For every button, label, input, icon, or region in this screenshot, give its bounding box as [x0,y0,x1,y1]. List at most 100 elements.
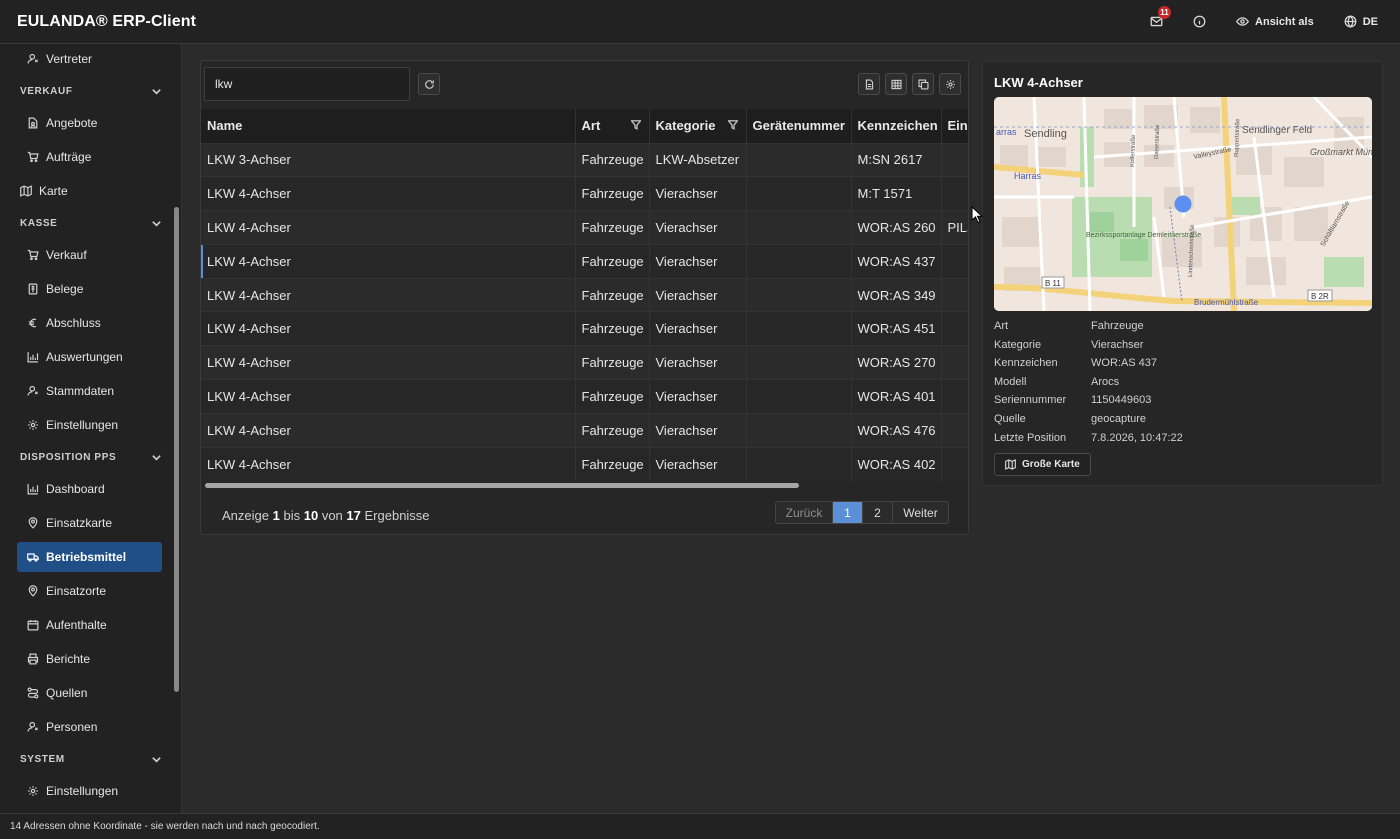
map-label-daiserstrasse: Daiserstraße [1154,124,1161,159]
column-header-eins[interactable]: Eins [941,109,968,143]
table-row[interactable]: LKW 3-Achser Fahrzeuge LKW-Absetzer M:SN 26… [201,142,968,177]
sidebar-item-label: Aufträge [46,150,92,164]
sidebar-item-angebote[interactable]: Angebote [17,108,162,138]
language-button[interactable]: DE [1344,15,1378,28]
detail-field-row: Kennzeichen WOR:AS 437 [994,357,1364,373]
mouse-cursor-icon [971,206,983,224]
table-cell: M:T 1571 [851,176,942,211]
table-row[interactable]: LKW 4-Achser Fahrzeuge Vierachser WOR:AS 40… [201,379,968,414]
sidebar-item-karte[interactable]: Karte [10,176,155,206]
route-icon [27,687,39,699]
horizontal-scrollbar[interactable] [205,483,799,488]
detail-field-value: WOR:AS 437 [1091,357,1158,370]
table-row[interactable]: LKW 4-Achser Fahrzeuge Vierachser WOR:AS 43… [201,243,968,279]
sidebar-item-betriebsmittel[interactable]: Betriebsmittel [17,542,162,572]
sidebar-item-label: Einsatzkarte [46,516,113,530]
pagination: Zurück 1 2 Weiter [775,501,949,524]
table-cell [746,277,852,312]
prev-page-button[interactable]: Zurück [776,502,833,523]
column-header-geraetenummer[interactable]: Gerätenummer [746,109,852,143]
sidebar-item-dashboard[interactable]: Dashboard [17,474,162,504]
column-header-name[interactable]: Name [201,109,576,143]
section-verkauf[interactable]: VERKAUF [20,81,162,101]
detail-field-value: geocapture [1091,413,1147,425]
table-cell [941,446,968,481]
table-row[interactable]: LKW 4-Achser Fahrzeuge Vierachser WOR:AS 27… [201,345,968,380]
sidebar-item-vertreter[interactable]: Vertreter [17,44,162,74]
copy-button[interactable] [912,73,934,95]
big-map-button[interactable]: Große Karte [994,453,1091,476]
sidebar-item-auftraege[interactable]: Aufträge [17,142,162,172]
sidebar-item-berichte[interactable]: Berichte [17,644,162,674]
pager-mid2: von [321,508,343,523]
map-label-sendling: Sendling [1024,128,1067,140]
grid-settings-button[interactable] [939,73,961,95]
page-button-1[interactable]: 1 [833,502,863,523]
column-header-kategorie[interactable]: Kategorie [649,109,747,143]
table-row[interactable]: LKW 4-Achser Fahrzeuge Vierachser M:T 1571 [201,176,968,211]
table-row[interactable]: LKW 4-Achser Fahrzeuge Vierachser WOR:AS 40… [201,446,968,481]
gear-icon [28,420,38,430]
mail-button[interactable]: 11 [1150,6,1172,28]
detail-field-row: Quelle geocapture [994,413,1364,429]
sidebar-item-einsatzkarte[interactable]: Einsatzkarte [17,508,162,538]
view-as-button[interactable]: Ansicht als [1236,15,1314,28]
section-system[interactable]: SYSTEM [20,749,162,769]
page-button-2[interactable]: 2 [863,502,893,523]
table-cell: LKW 4-Achser [201,243,576,279]
section-disposition-pps[interactable]: DISPOSITION PPS [20,447,162,467]
column-header-art[interactable]: Art [575,109,650,143]
vehicle-position-marker[interactable] [1174,195,1192,213]
top-bar: EULANDA® ERP-Client 11 Ansicht als DE [0,0,1400,44]
table-cell: WOR:AS 476 [851,412,942,448]
sidebar-item-einstellungen-system[interactable]: Einstellungen [17,776,162,806]
column-header-kennzeichen[interactable]: Kennzeichen [851,109,942,143]
sidebar-item-aufenthalte[interactable]: Aufenthalte [17,610,162,640]
table-row[interactable]: LKW 4-Achser Fahrzeuge Vierachser WOR:AS 34… [201,277,968,312]
location-map[interactable]: arras Sendling Harras Sendlinger Feld Gr… [994,97,1372,311]
filter-icon[interactable] [630,120,641,130]
sidebar-item-stammdaten[interactable]: Stammdaten [17,376,162,406]
sidebar-item-label: Berichte [46,652,91,666]
cart-icon [27,249,39,261]
table-row[interactable]: LKW 4-Achser Fahrzeuge Vierachser WOR:AS 26… [201,210,968,245]
sidebar-item-quellen[interactable]: Quellen [17,678,162,708]
search-input[interactable] [204,67,410,101]
export-pdf-button[interactable] [858,73,880,95]
sidebar-item-auswertungen[interactable]: Auswertungen [17,342,162,372]
export-excel-button[interactable] [885,73,907,95]
sidebar-item-label: Personen [46,720,98,734]
filter-icon[interactable] [727,120,738,130]
sidebar-item-einstellungen-kasse[interactable]: Einstellungen [17,410,162,440]
sidebar-item-label: Abschluss [46,316,101,330]
table-cell [941,412,968,448]
table-cell [941,345,968,380]
section-title: DISPOSITION PPS [20,451,117,463]
user-icon [27,385,38,396]
info-button[interactable] [1193,15,1206,28]
table-row[interactable]: LKW 4-Achser Fahrzeuge Vierachser WOR:AS 47… [201,412,968,448]
map-label-b2r: B 2R [1311,292,1329,301]
table-cell [746,176,852,211]
sidebar-item-personen[interactable]: Personen [17,712,162,742]
gear-icon [28,786,38,796]
mail-badge: 11 [1158,6,1172,19]
table-cell [941,243,968,279]
detail-field-value: Arocs [1091,375,1120,388]
section-kasse[interactable]: KASSE [20,213,162,233]
sidebar-item-verkauf[interactable]: Verkauf [17,240,162,270]
sidebar-item-label: Einstellungen [46,418,119,432]
next-page-button[interactable]: Weiter [893,502,948,523]
map-label-brudermuehlstrasse: Brudermühlstraße [1194,298,1259,307]
sidebar-item-label: Quellen [46,686,88,700]
sidebar-item-label: Verkauf [46,248,87,262]
sidebar-scrollbar[interactable] [174,207,179,692]
sidebar-item-abschluss[interactable]: Abschluss [17,308,162,338]
column-header-label: Kategorie [655,118,716,134]
sidebar-item-label: Karte [39,184,68,198]
refresh-button[interactable] [418,73,440,95]
table-row[interactable]: LKW 4-Achser Fahrzeuge Vierachser WOR:AS 45… [201,311,968,346]
sidebar-item-belege[interactable]: Belege [17,274,162,304]
calendar-icon [27,620,39,631]
sidebar-item-einsatzorte[interactable]: Einsatzorte [17,576,162,606]
